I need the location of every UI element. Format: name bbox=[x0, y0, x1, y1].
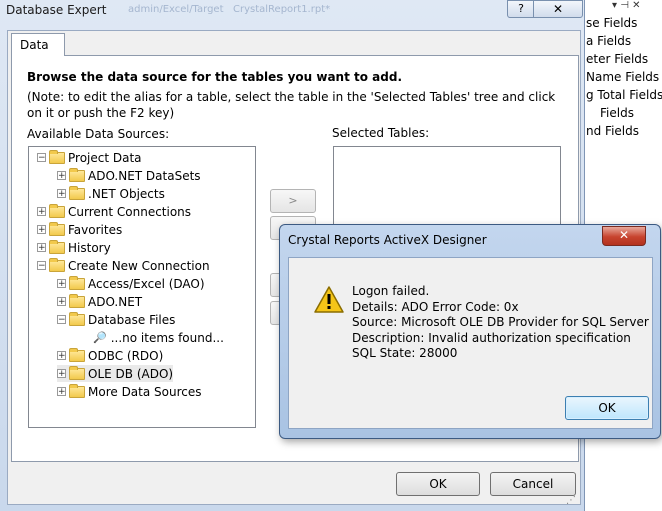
folder-icon bbox=[49, 257, 65, 272]
expand-icon[interactable]: + bbox=[57, 189, 66, 199]
search-icon: 🔎 bbox=[93, 331, 107, 344]
folder-icon bbox=[69, 167, 85, 182]
tree-item-label: ...no items found... bbox=[110, 330, 224, 345]
tree-item-odbc[interactable]: + ODBC (RDO) bbox=[57, 347, 163, 364]
folder-icon bbox=[69, 311, 85, 326]
error-line: Details: ADO Error Code: 0x bbox=[352, 299, 519, 314]
tree-item-label: Project Data bbox=[68, 150, 142, 165]
window-title: Database Expert bbox=[6, 3, 107, 17]
expand-icon[interactable]: + bbox=[57, 279, 66, 289]
tree-item-label: Create New Connection bbox=[68, 258, 210, 273]
faded-title-text: CrystalReport1.rpt* bbox=[233, 4, 331, 15]
add-table-button[interactable]: > bbox=[270, 189, 316, 213]
dialog-body: Logon failed. Details: ADO Error Code: 0… bbox=[288, 257, 653, 429]
error-line: Description: Invalid authorization speci… bbox=[352, 330, 631, 345]
collapse-icon[interactable]: − bbox=[37, 153, 46, 163]
tree-item-history[interactable]: + History bbox=[37, 239, 111, 256]
dialog-ok-button[interactable]: OK bbox=[565, 396, 649, 420]
folder-icon bbox=[69, 293, 85, 308]
dialog-title: Crystal Reports ActiveX Designer bbox=[288, 233, 487, 247]
expand-icon[interactable]: + bbox=[57, 387, 66, 397]
tab-data[interactable]: Data bbox=[11, 33, 65, 56]
folder-icon bbox=[69, 365, 85, 380]
expand-icon[interactable]: + bbox=[57, 351, 66, 361]
folder-icon bbox=[49, 239, 65, 254]
folder-icon bbox=[69, 383, 85, 398]
folder-icon bbox=[69, 185, 85, 200]
tree-item-label: ODBC (RDO) bbox=[88, 348, 164, 363]
tree-item-label: History bbox=[68, 240, 111, 255]
instructions-note: (Note: to edit the alias for a table, se… bbox=[27, 90, 556, 120]
tree-item-label: Database Files bbox=[88, 312, 176, 327]
field-explorer-item[interactable]: se Fields bbox=[586, 16, 637, 30]
field-explorer-item[interactable]: nd Fields bbox=[586, 124, 639, 138]
tree-item-label: Favorites bbox=[68, 222, 123, 237]
close-button[interactable]: ✕ bbox=[533, 0, 583, 18]
faded-title-text: admin/Excel/Target bbox=[128, 4, 224, 15]
warning-icon bbox=[314, 286, 344, 313]
expand-icon[interactable]: + bbox=[37, 207, 46, 217]
available-sources-label: Available Data Sources: bbox=[27, 127, 170, 141]
tree-item-label: More Data Sources bbox=[88, 384, 202, 399]
folder-icon bbox=[49, 221, 65, 236]
expand-icon[interactable]: + bbox=[57, 297, 66, 307]
tree-item-current-connections[interactable]: + Current Connections bbox=[37, 203, 191, 220]
error-line: Source: Microsoft OLE DB Provider for SQ… bbox=[352, 315, 649, 329]
tree-item-create-new-connection[interactable]: − Create New Connection bbox=[37, 257, 210, 274]
folder-icon bbox=[49, 149, 65, 164]
error-message: Logon failed. Details: ADO Error Code: 0… bbox=[352, 284, 649, 362]
expand-icon[interactable]: + bbox=[57, 171, 66, 181]
panel-pin-controls[interactable]: ▾ ⊣ ✕ bbox=[612, 0, 640, 11]
expand-icon[interactable]: + bbox=[57, 369, 66, 379]
field-explorer-item[interactable]: Fields bbox=[600, 106, 634, 120]
folder-icon bbox=[69, 347, 85, 362]
tree-item-more-data-sources[interactable]: + More Data Sources bbox=[57, 383, 202, 400]
tree-item-label: Access/Excel (DAO) bbox=[88, 276, 205, 291]
tree-item-label: OLE DB (ADO) bbox=[88, 366, 174, 381]
instructions-heading: Browse the data source for the tables yo… bbox=[27, 70, 402, 84]
database-expert-titlebar[interactable]: Database Expert admin/Excel/Target Cryst… bbox=[0, 0, 584, 22]
selected-tables-label: Selected Tables: bbox=[332, 126, 430, 140]
tree-item-ado-net-datasets[interactable]: + ADO.NET DataSets bbox=[57, 167, 201, 184]
tree-item-label: ADO.NET DataSets bbox=[88, 168, 201, 183]
tree-item-ole-db[interactable]: + OLE DB (ADO) bbox=[57, 365, 174, 382]
resize-grip-icon[interactable]: ⋰ bbox=[566, 495, 576, 506]
tree-item-ado-net[interactable]: + ADO.NET bbox=[57, 293, 142, 310]
collapse-icon[interactable]: − bbox=[57, 315, 66, 325]
tree-item-label: ADO.NET bbox=[88, 294, 143, 309]
field-explorer-item[interactable]: g Total Fields bbox=[586, 88, 662, 102]
collapse-icon[interactable]: − bbox=[37, 261, 46, 271]
field-explorer-item[interactable]: Name Fields bbox=[586, 70, 659, 84]
tree-item-no-items-found[interactable]: 🔎 ...no items found... bbox=[93, 329, 224, 346]
error-line: SQL State: 28000 bbox=[352, 346, 458, 360]
tree-item-project-data[interactable]: − Project Data bbox=[37, 149, 142, 166]
folder-icon bbox=[49, 203, 65, 218]
expand-icon[interactable]: + bbox=[37, 243, 46, 253]
tree-item-access-excel[interactable]: + Access/Excel (DAO) bbox=[57, 275, 205, 292]
tree-item-net-objects[interactable]: + .NET Objects bbox=[57, 185, 165, 202]
cancel-button[interactable]: Cancel bbox=[490, 472, 576, 496]
expand-icon[interactable]: + bbox=[37, 225, 46, 235]
error-dialog: Crystal Reports ActiveX Designer ✕ Logon… bbox=[279, 224, 661, 439]
field-explorer-item[interactable]: a Fields bbox=[586, 34, 631, 48]
error-line: Logon failed. bbox=[352, 284, 430, 298]
tab-data-label: Data bbox=[20, 38, 49, 52]
tree-item-label: .NET Objects bbox=[88, 186, 165, 201]
available-sources-tree[interactable]: − Project Data + ADO.NET DataSets + .NET… bbox=[28, 146, 256, 428]
folder-icon bbox=[69, 275, 85, 290]
tree-item-favorites[interactable]: + Favorites bbox=[37, 221, 122, 238]
tree-item-database-files[interactable]: − Database Files bbox=[57, 311, 175, 328]
tree-item-label: Current Connections bbox=[68, 204, 192, 219]
help-button[interactable]: ? bbox=[507, 0, 535, 18]
ok-button[interactable]: OK bbox=[396, 472, 480, 496]
field-explorer-item[interactable]: eter Fields bbox=[586, 52, 648, 66]
dialog-close-button[interactable]: ✕ bbox=[602, 226, 646, 246]
